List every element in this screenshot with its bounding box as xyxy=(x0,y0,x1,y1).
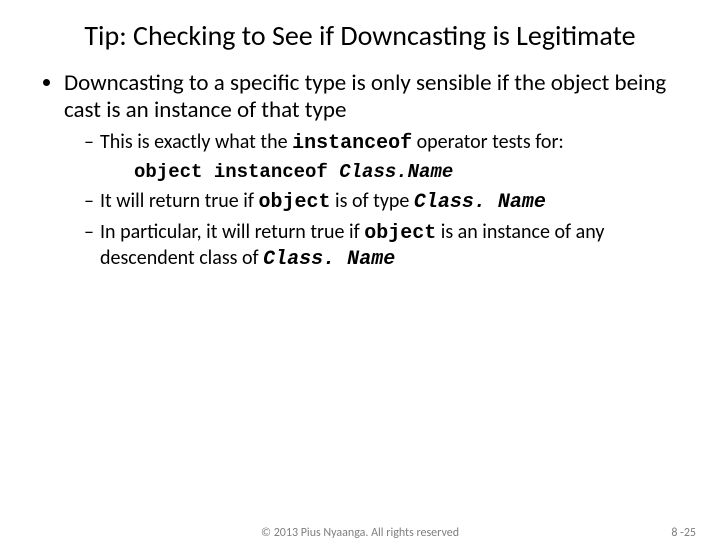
bullet-list: Downcasting to a specific type is only s… xyxy=(30,70,690,272)
code-classname: Class. Name xyxy=(263,248,395,271)
text-run: In particular, it will return true if xyxy=(100,220,364,244)
page-number: 8 -25 xyxy=(671,526,696,540)
code-inline: object xyxy=(258,191,330,214)
text-run: operator tests for: xyxy=(412,130,564,154)
copyright-text: © 2013 Pius Nyaanga. All rights reserved xyxy=(0,526,720,540)
text-run: is of type xyxy=(331,189,414,213)
sub-list: It will return true if object is of type… xyxy=(64,189,690,272)
sub-item: In particular, it will return true if ob… xyxy=(84,220,690,273)
text-run: It will return true if xyxy=(100,189,258,213)
slide-title: Tip: Checking to See if Downcasting is L… xyxy=(0,0,720,62)
code-text: object instanceof xyxy=(134,161,339,183)
code-line: object instanceof Class.Name xyxy=(64,161,690,183)
code-inline: instanceof xyxy=(292,132,412,155)
code-classname: Class.Name xyxy=(339,161,453,183)
slide: Tip: Checking to See if Downcasting is L… xyxy=(0,0,720,540)
text-run: This is exactly what the xyxy=(100,130,292,154)
sub-list: This is exactly what the instanceof oper… xyxy=(64,130,690,156)
bullet-item: Downcasting to a specific type is only s… xyxy=(64,70,690,272)
sub-item: This is exactly what the instanceof oper… xyxy=(84,130,690,156)
code-classname: Class. Name xyxy=(414,191,546,214)
code-inline: object xyxy=(364,222,436,245)
sub-item: It will return true if object is of type… xyxy=(84,189,690,215)
slide-body: Downcasting to a specific type is only s… xyxy=(0,62,720,272)
bullet-text: Downcasting to a specific type is only s… xyxy=(64,69,666,124)
